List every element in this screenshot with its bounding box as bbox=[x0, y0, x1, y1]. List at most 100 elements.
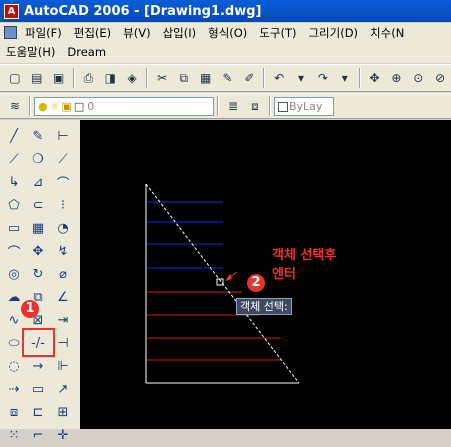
blue-lines bbox=[147, 201, 223, 269]
document-icon[interactable] bbox=[4, 26, 17, 39]
zoom-window-icon[interactable]: ⊙ bbox=[408, 68, 428, 88]
construction-line-icon[interactable]: ⟋ bbox=[3, 148, 25, 170]
center-mark-icon[interactable]: ✛ bbox=[52, 424, 74, 446]
polyline-icon[interactable]: ↳ bbox=[3, 171, 25, 193]
tolerance-icon[interactable]: ⊞ bbox=[52, 401, 74, 423]
publish-icon[interactable]: ◈ bbox=[122, 68, 142, 88]
layer-dropdown[interactable]: ● ☼ ▣ □ 0 bbox=[34, 96, 214, 116]
aligned-dimension-icon[interactable]: ⟋ bbox=[52, 148, 74, 170]
copy-icon[interactable]: ⧉ bbox=[174, 68, 194, 88]
separator bbox=[263, 68, 266, 88]
menu-draw[interactable]: 그리기(D) bbox=[302, 25, 364, 41]
arc-icon[interactable]: ⌒ bbox=[3, 240, 25, 262]
diameter-icon[interactable]: ⌀ bbox=[52, 263, 74, 285]
undo-icon[interactable]: ↶ bbox=[269, 68, 289, 88]
dimension-toolbar: ⊢ ⟋ ⌒ ⁝ ◔ ↯ ⌀ ∠ ⇥ ⊣ ⊩ ↗ ⊞ ✛ bbox=[52, 124, 78, 447]
arc-length-icon[interactable]: ⌒ bbox=[52, 171, 74, 193]
continue-icon[interactable]: ⊩ bbox=[52, 355, 74, 377]
instruction-text: 객체 선택후 엔터 bbox=[272, 246, 336, 284]
drawing-svg bbox=[145, 183, 300, 384]
draw-modify-toolbars: ╱ ⟋ ↳ ⬠ ▭ ⌒ ◎ ☁ ∿ ⬭ ◌ ⇢ ⧈ ⁙ ✎ ❍ ⊿ ⊂ ▦ ✥ … bbox=[0, 120, 80, 443]
layer-previous-icon[interactable]: ⧈ bbox=[245, 96, 265, 116]
layer-manager-icon[interactable]: ≋ bbox=[5, 96, 25, 116]
radius-icon[interactable]: ◔ bbox=[52, 217, 74, 239]
separator bbox=[269, 96, 271, 116]
menu-insert[interactable]: 삽입(I) bbox=[157, 25, 203, 41]
drawing-area[interactable] bbox=[80, 120, 451, 429]
title-bar: A AutoCAD 2006 - [Drawing1.dwg] bbox=[0, 0, 451, 22]
modify-toolbar: ✎ ❍ ⊿ ⊂ ▦ ✥ ↻ ⧉ ⊠ -/- → ▭ ⊏ ⌐ bbox=[27, 124, 53, 447]
menu-dream[interactable]: Dream bbox=[61, 45, 112, 59]
redo-icon[interactable]: ↷ bbox=[313, 68, 333, 88]
copy-object-icon[interactable]: ❍ bbox=[27, 148, 49, 170]
block-editor-icon[interactable]: ✐ bbox=[239, 68, 259, 88]
qleader-icon[interactable]: ↗ bbox=[52, 378, 74, 400]
join-icon[interactable]: ⊏ bbox=[27, 401, 49, 423]
erase-icon[interactable]: ✎ bbox=[27, 125, 49, 147]
new-icon[interactable]: ▢ bbox=[5, 68, 25, 88]
print-icon[interactable]: ⎙ bbox=[79, 68, 99, 88]
move-icon[interactable]: ✥ bbox=[27, 240, 49, 262]
point-icon[interactable]: ⁙ bbox=[3, 424, 25, 446]
zoom-previous-icon[interactable]: ⊘ bbox=[430, 68, 450, 88]
rotate-icon[interactable]: ↻ bbox=[27, 263, 49, 285]
menu-tools[interactable]: 도구(T) bbox=[253, 25, 302, 41]
color-swatch-icon: □ bbox=[73, 99, 85, 113]
separator bbox=[146, 68, 149, 88]
mirror-icon[interactable]: ⊿ bbox=[27, 171, 49, 193]
rectangle-icon[interactable]: ▭ bbox=[3, 217, 25, 239]
zoom-realtime-icon[interactable]: ⊕ bbox=[387, 68, 407, 88]
preview-icon[interactable]: ◨ bbox=[100, 68, 120, 88]
draw-toolbar: ╱ ⟋ ↳ ⬠ ▭ ⌒ ◎ ☁ ∿ ⬭ ◌ ⇢ ⧈ ⁙ bbox=[3, 124, 29, 447]
window-title: AutoCAD 2006 - [Drawing1.dwg] bbox=[24, 3, 262, 19]
command-tooltip: 객체 선택: bbox=[236, 298, 292, 315]
break-icon[interactable]: ▭ bbox=[27, 378, 49, 400]
instruction-line-1: 객체 선택후 bbox=[272, 248, 337, 263]
offset-icon[interactable]: ⊂ bbox=[27, 194, 49, 216]
layer-name: 0 bbox=[87, 99, 95, 113]
quick-dimension-icon[interactable]: ⇥ bbox=[52, 309, 74, 331]
extend-icon[interactable]: → bbox=[27, 355, 49, 377]
menu-format[interactable]: 형식(O) bbox=[202, 25, 253, 41]
separator bbox=[72, 68, 75, 88]
lightbulb-icon: ● bbox=[38, 99, 48, 113]
sun-icon: ☼ bbox=[49, 99, 60, 113]
separator bbox=[29, 96, 31, 116]
jogged-icon[interactable]: ↯ bbox=[52, 240, 74, 262]
instruction-line-2: 엔터 bbox=[272, 267, 296, 282]
insert-block-icon[interactable]: ⇢ bbox=[3, 378, 25, 400]
autocad-app-icon: A bbox=[4, 3, 19, 19]
array-icon[interactable]: ▦ bbox=[27, 217, 49, 239]
pan-icon[interactable]: ✥ bbox=[365, 68, 385, 88]
ordinate-icon[interactable]: ⁝ bbox=[52, 194, 74, 216]
line-icon[interactable]: ╱ bbox=[3, 125, 25, 147]
cut-icon[interactable]: ✂ bbox=[152, 68, 172, 88]
match-properties-icon[interactable]: ✎ bbox=[218, 68, 238, 88]
baseline-icon[interactable]: ⊣ bbox=[52, 332, 74, 354]
chamfer-icon[interactable]: ⌐ bbox=[27, 424, 49, 446]
menu-dimension[interactable]: 치수(N bbox=[364, 25, 410, 41]
linear-dimension-icon[interactable]: ⊢ bbox=[52, 125, 74, 147]
redo-dropdown-icon[interactable]: ▾ bbox=[335, 68, 355, 88]
arrow-head bbox=[225, 274, 232, 281]
ellipse-arc-icon[interactable]: ◌ bbox=[3, 355, 25, 377]
menu-edit[interactable]: 편집(E) bbox=[68, 25, 117, 41]
undo-dropdown-icon[interactable]: ▾ bbox=[291, 68, 311, 88]
save-icon[interactable]: ▣ bbox=[49, 68, 69, 88]
make-block-icon[interactable]: ⧈ bbox=[3, 401, 25, 423]
menu-help[interactable]: 도움말(H) bbox=[0, 44, 61, 60]
standard-toolbar: ▢ ▤ ▣ ⎙ ◨ ◈ ✂ ⧉ ▦ ✎ ✐ ↶ ▾ ↷ ▾ ✥ ⊕ ⊙ ⊘ bbox=[0, 64, 451, 92]
angular-icon[interactable]: ∠ bbox=[52, 286, 74, 308]
open-icon[interactable]: ▤ bbox=[27, 68, 47, 88]
circle-icon[interactable]: ◎ bbox=[3, 263, 25, 285]
color-dropdown[interactable]: ByLay bbox=[274, 96, 334, 116]
callout-2: 2 bbox=[247, 274, 265, 292]
make-current-layer-icon[interactable]: ≣ bbox=[223, 96, 243, 116]
trim-tool-highlight bbox=[22, 328, 55, 357]
paste-icon[interactable]: ▦ bbox=[196, 68, 216, 88]
menu-view[interactable]: 뷰(V) bbox=[117, 25, 156, 41]
polygon-icon[interactable]: ⬠ bbox=[3, 194, 25, 216]
layers-toolbar: ≋ ● ☼ ▣ □ 0 ≣ ⧈ ByLay bbox=[0, 93, 451, 119]
separator bbox=[217, 96, 219, 116]
menu-file[interactable]: 파일(F) bbox=[19, 25, 68, 41]
